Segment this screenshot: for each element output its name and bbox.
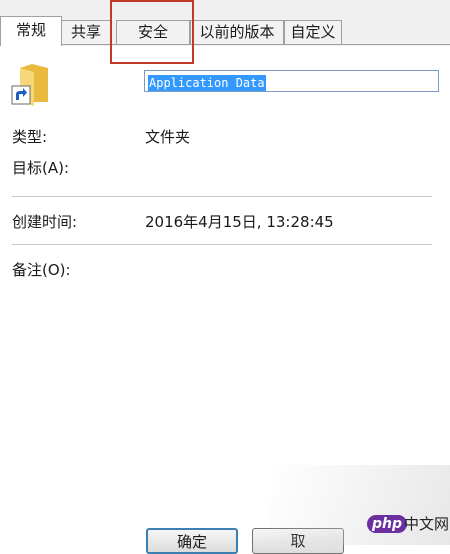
type-value: 文件夹: [145, 128, 191, 146]
tab-baseline: [0, 44, 450, 45]
watermark-site-text: 中文网: [404, 515, 450, 533]
tab-sharing[interactable]: 共享: [61, 20, 111, 44]
created-time-label: 创建时间:: [12, 213, 78, 231]
watermark-php-logo: php: [367, 515, 408, 533]
name-field-text: Application Data: [148, 75, 266, 91]
divider: [12, 196, 432, 197]
tab-security[interactable]: 安全: [116, 20, 190, 44]
divider: [12, 244, 432, 245]
target-label: 目标(A):: [12, 159, 70, 177]
php-cn-watermark: php 中文网: [270, 465, 450, 545]
type-label: 类型:: [12, 128, 48, 146]
tab-strip: 常规 共享 安全 以前的版本 自定义: [0, 0, 450, 46]
comment-label: 备注(O):: [12, 261, 71, 279]
ok-button[interactable]: 确定: [146, 528, 238, 554]
tab-previous-versions[interactable]: 以前的版本: [190, 20, 284, 44]
tab-customize[interactable]: 自定义: [284, 20, 342, 44]
created-time-value: 2016年4月15日, 13:28:45: [145, 213, 334, 231]
tab-general[interactable]: 常规: [0, 16, 62, 46]
name-field[interactable]: Application Data: [144, 70, 439, 92]
folder-shortcut-icon: [10, 58, 54, 108]
